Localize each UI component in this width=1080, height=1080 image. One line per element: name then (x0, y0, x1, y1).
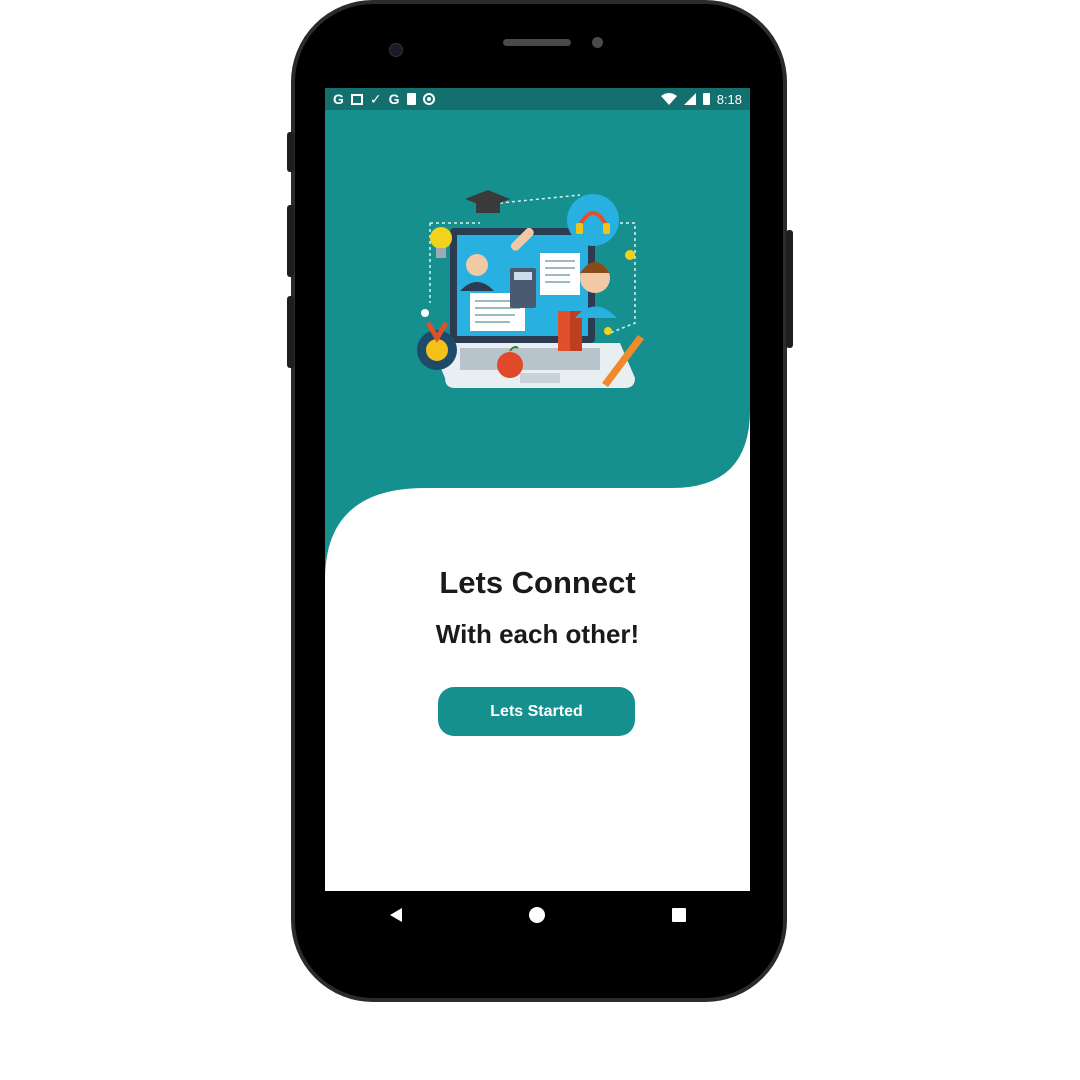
radio-icon (422, 93, 435, 105)
back-button[interactable] (366, 895, 426, 935)
system-nav-bar (325, 891, 750, 939)
google-icon: G (388, 91, 400, 107)
online-learning-illustration (417, 190, 644, 388)
wifi-icon (660, 93, 677, 105)
phone-speaker (503, 39, 571, 46)
front-camera (389, 43, 403, 57)
recents-icon (672, 908, 687, 922)
status-time: 8:18 (716, 91, 742, 107)
phone-side-button (287, 132, 294, 172)
gallery-icon (350, 93, 363, 105)
signal-icon (683, 93, 696, 105)
phone-volume-down (287, 296, 294, 368)
page-subtitle: With each other! (435, 619, 640, 649)
home-button[interactable] (507, 895, 567, 935)
status-notification-icons: G ✓ G (333, 92, 435, 106)
back-icon (389, 908, 402, 922)
phone-power-button (786, 230, 793, 348)
recents-button[interactable] (649, 895, 709, 935)
phone-volume-up (287, 205, 294, 277)
status-bar: G ✓ G 8:18 (325, 88, 750, 110)
sd-card-icon (406, 93, 416, 105)
download-done-icon: ✓ (369, 91, 382, 107)
google-icon: G (333, 91, 344, 107)
status-system-icons: 8:18 (660, 91, 742, 107)
lets-started-button[interactable]: Lets Started (438, 687, 635, 736)
phone-sensor (592, 37, 603, 48)
battery-icon (702, 93, 710, 105)
app-screen: G ✓ G 8:18 Lets Connect With each other!… (325, 88, 750, 891)
page-title: Lets Connect (439, 565, 636, 600)
home-icon (529, 907, 546, 923)
